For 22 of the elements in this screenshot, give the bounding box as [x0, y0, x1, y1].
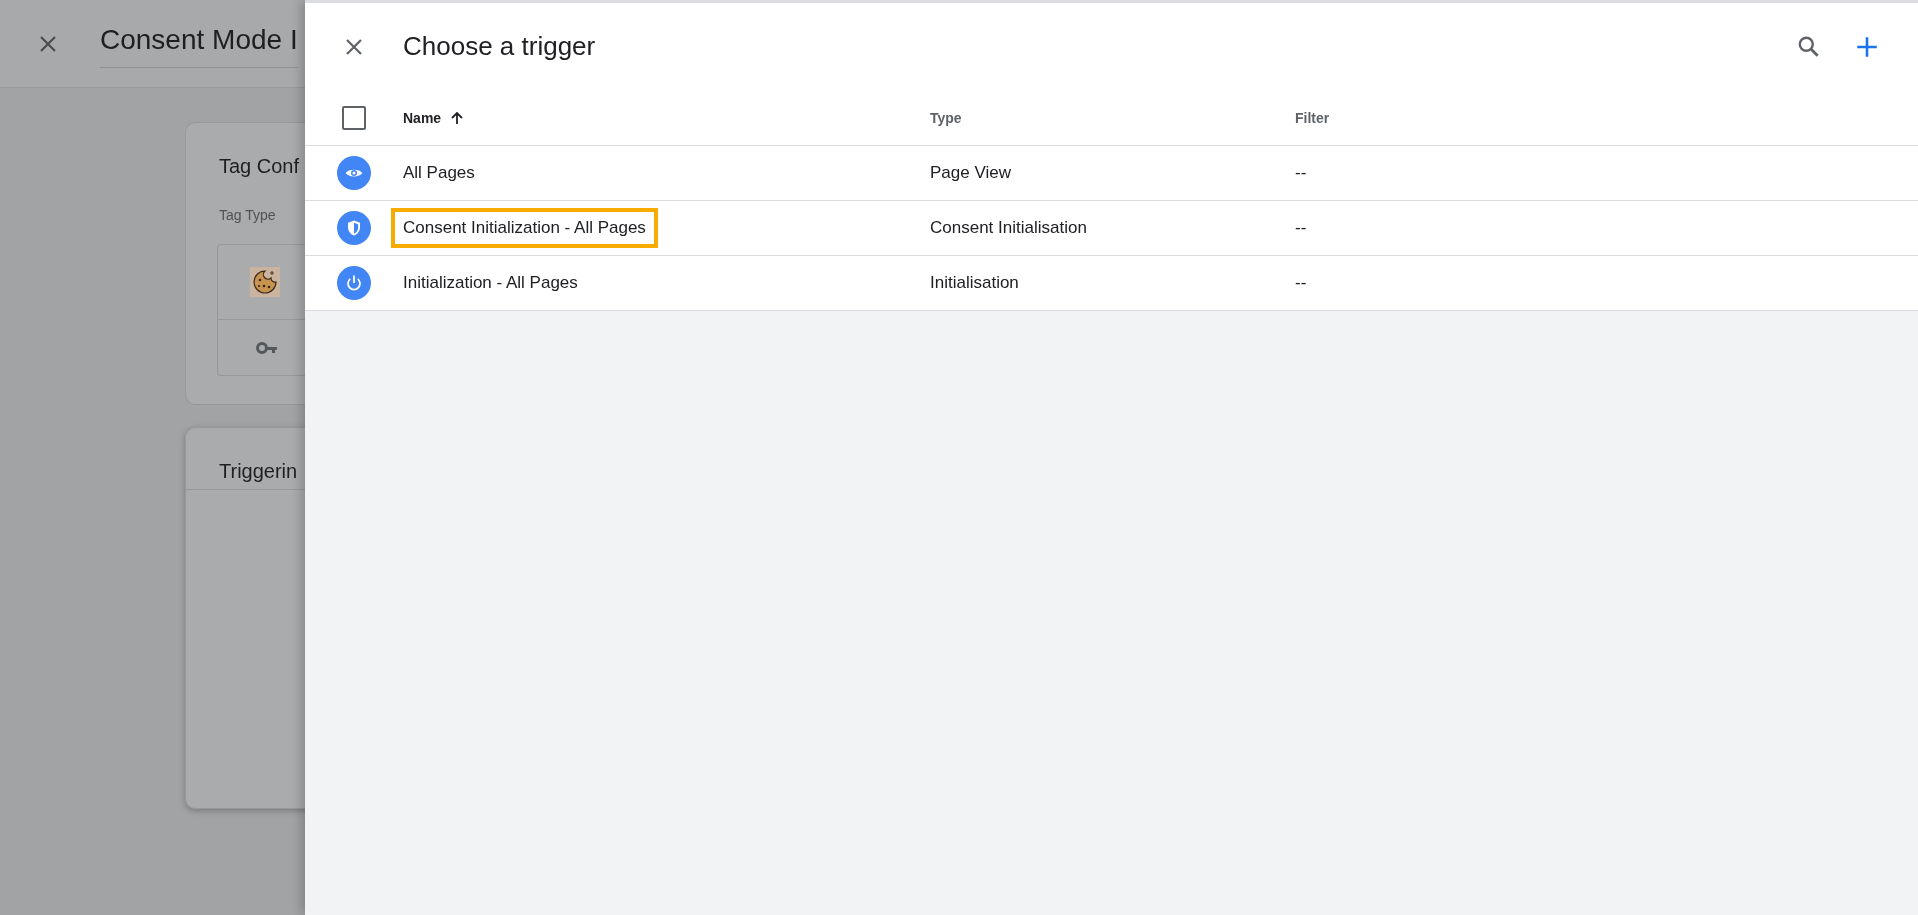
table-cell: --	[1295, 218, 1307, 238]
table-cell: Initialisation	[930, 273, 1019, 293]
table-cell: --	[1295, 273, 1307, 293]
panel-title: Choose a trigger	[403, 31, 597, 63]
card-title: Tag Conf	[219, 154, 301, 179]
eye-icon	[337, 156, 371, 190]
power-icon	[337, 266, 371, 300]
trigger-name[interactable]: Initialization - All Pages	[403, 273, 578, 293]
field-label: Tag Type	[219, 206, 277, 225]
key-icon	[256, 341, 278, 354]
table-cell: Consent Initialisation	[930, 218, 1087, 238]
trigger-name[interactable]: All Pages	[403, 163, 475, 183]
cookie-icon	[250, 267, 280, 297]
column-header[interactable]: Type	[930, 107, 962, 129]
column-header[interactable]: Filter	[1295, 107, 1330, 129]
card-title: Triggerin	[219, 459, 299, 484]
shield-icon	[337, 211, 371, 245]
table-cell: --	[1295, 163, 1307, 183]
trigger-name[interactable]: Consent Initialization - All Pages	[391, 208, 658, 248]
select-all-checkbox[interactable]	[342, 106, 366, 130]
table-cell: Page View	[930, 163, 1011, 183]
column-header[interactable]: Name	[403, 107, 442, 129]
